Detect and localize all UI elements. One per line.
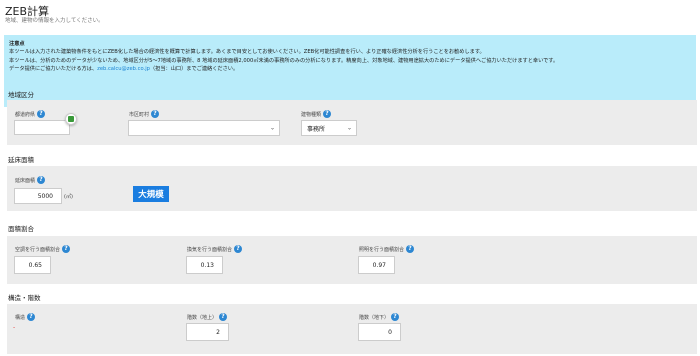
question-icon[interactable]: ? — [37, 110, 46, 118]
ac-ratio-label: 空調を行う面積割合? — [15, 245, 71, 253]
floors-below-label-text: 階数（地下） — [359, 314, 390, 321]
notice-line-3: データ提供にご協力いただける方は、zeb.calcu@zeb.co.jp（担当：… — [9, 65, 691, 73]
structure-label: 構造? — [15, 313, 36, 321]
question-icon[interactable]: ? — [151, 110, 160, 118]
notice-line-3-prefix: データ提供にご協力いただける方は、 — [9, 66, 98, 73]
ventilation-ratio-label-text: 換気を行う面積割合 — [187, 246, 233, 253]
floors-above-label: 階数（地上）? — [187, 313, 228, 321]
notice-box: 注意点 本ツールは入力された建築物条件をもとにZEB化した場合の経済性を概算で計… — [4, 35, 696, 107]
floors-above-value: 2 — [216, 328, 220, 336]
question-icon[interactable]: ? — [37, 176, 46, 184]
ac-ratio-input[interactable]: 0.65 — [14, 256, 51, 274]
question-icon[interactable]: ? — [391, 313, 400, 321]
question-icon[interactable]: ? — [219, 313, 228, 321]
structure-label-text: 構造 — [15, 314, 26, 321]
ratio-section-title: 面積割合 — [8, 225, 34, 233]
ac-ratio-value: 0.65 — [28, 261, 42, 269]
building-type-select[interactable]: 事務所 ⌄ — [301, 120, 357, 136]
notice-line-2: 本ツールは、分析のためのデータが少ないため、地域区分が5〜7地域の事務所、8 地… — [9, 57, 559, 64]
question-icon[interactable]: ? — [234, 245, 243, 253]
structure-section-title: 構造・階数 — [8, 294, 41, 302]
notice-heading: 注意点 — [9, 41, 25, 47]
floor-area-label-text: 延床面積 — [15, 177, 36, 184]
lighting-ratio-input[interactable]: 0.97 — [358, 256, 395, 274]
structure-panel: 構造? - 階数（地上）? 2 階数（地下）? 0 — [7, 304, 697, 354]
region-panel: 都道府県? 市区町村? ⌄ 建物種類? 事務所 ⌄ — [7, 100, 697, 145]
floors-above-label-text: 階数（地上） — [187, 314, 218, 321]
floors-below-input[interactable]: 0 — [358, 323, 401, 341]
floor-area-unit: (㎡) — [64, 194, 73, 200]
ventilation-ratio-value: 0.13 — [200, 261, 214, 269]
city-select[interactable]: ⌄ — [128, 120, 280, 136]
ventilation-ratio-label: 換気を行う面積割合? — [187, 245, 243, 253]
notice-line-1: 本ツールは入力された建築物条件をもとにZEB化した場合の経済性を概算で計算します… — [9, 49, 485, 56]
chevron-down-icon: ⌄ — [346, 124, 352, 132]
question-icon[interactable]: ? — [27, 313, 36, 321]
floor-area-input[interactable]: 5000 — [14, 188, 62, 204]
prefecture-label-text: 都道府県 — [15, 111, 36, 118]
ventilation-ratio-input[interactable]: 0.13 — [186, 256, 223, 274]
floor-area-value: 5000 — [37, 192, 53, 200]
question-icon[interactable]: ? — [323, 110, 332, 118]
lighting-ratio-label: 照明を行う面積割合? — [359, 245, 415, 253]
building-type-value: 事務所 — [307, 125, 326, 133]
floor-area-label: 延床面積? — [15, 176, 46, 184]
ratio-panel: 空調を行う面積割合? 0.65 換気を行う面積割合? 0.13 照明を行う面積割… — [7, 236, 697, 284]
region-section-title: 地域区分 — [8, 91, 34, 99]
building-type-label-text: 建物種類 — [301, 111, 322, 118]
city-label-text: 市区町村 — [129, 111, 150, 118]
building-type-label: 建物種類? — [301, 110, 332, 118]
notice-line-3-suffix: （担当：山口）までご連絡ください。 — [149, 66, 239, 73]
chevron-down-icon: ⌄ — [269, 124, 275, 132]
floors-below-label: 階数（地下）? — [359, 313, 400, 321]
area-section-title: 延床面積 — [8, 156, 34, 164]
question-icon[interactable]: ? — [62, 245, 71, 253]
lighting-ratio-label-text: 照明を行う面積割合 — [359, 246, 405, 253]
prefecture-select[interactable] — [14, 120, 70, 135]
floors-below-value: 0 — [388, 328, 392, 336]
map-icon[interactable] — [65, 113, 77, 125]
question-icon[interactable]: ? — [406, 245, 415, 253]
lighting-ratio-value: 0.97 — [372, 261, 386, 269]
structure-value: - — [13, 324, 16, 331]
email-link[interactable]: zeb.calcu@zeb.co.jp — [97, 66, 150, 72]
page-subtitle: 地域、建物の情報を入力してください。 — [5, 18, 104, 24]
scale-badge: 大規模 — [133, 186, 169, 202]
prefecture-label: 都道府県? — [15, 110, 46, 118]
city-label: 市区町村? — [129, 110, 160, 118]
area-panel: 延床面積? 5000 (㎡) 大規模 — [7, 166, 697, 211]
floors-above-input[interactable]: 2 — [186, 323, 229, 341]
ac-ratio-label-text: 空調を行う面積割合 — [15, 246, 61, 253]
